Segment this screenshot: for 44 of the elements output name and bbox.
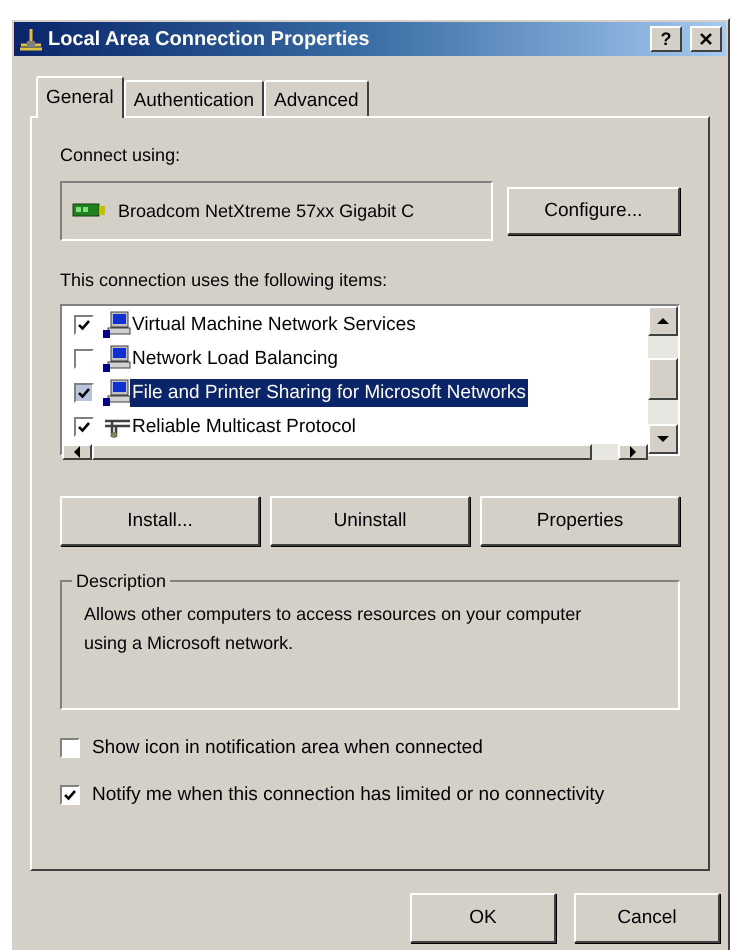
computer-icon — [102, 311, 132, 339]
checkbox[interactable] — [74, 383, 94, 403]
checkmark-icon — [77, 386, 91, 400]
dialog-button[interactable]: Uninstall — [270, 496, 470, 546]
scroll-left-button[interactable] — [62, 444, 92, 460]
list-item[interactable]: Reliable Multicast Protocol — [130, 412, 358, 442]
option-label: Notify me when this connection has limited or no connectivity — [92, 782, 604, 806]
close-button[interactable] — [690, 26, 722, 52]
checkmark-icon — [63, 788, 77, 802]
dialog-button[interactable]: Install... — [60, 496, 260, 546]
items-label: This connection uses the following items: — [60, 269, 388, 292]
close-icon — [699, 32, 713, 46]
checkbox[interactable] — [60, 738, 80, 758]
tab[interactable]: Authentication — [124, 80, 264, 116]
description-text: Allows other computers to access resources on your computer using a Microsoft network. — [84, 603, 582, 655]
left-arrow-icon — [73, 446, 81, 458]
connect-using-label: Connect using: — [60, 144, 182, 167]
list-item[interactable]: Virtual Machine Network Services — [130, 310, 418, 340]
scroll-up-button[interactable] — [648, 306, 678, 336]
dialog-button[interactable]: Properties — [480, 496, 680, 546]
checkmark-icon — [77, 420, 91, 434]
vertical-scrollbar[interactable] — [648, 306, 678, 454]
adapter-name: Broadcom NetXtreme 57xx Gigabit C — [118, 200, 414, 223]
tab[interactable]: Advanced — [264, 80, 369, 116]
tab[interactable]: General — [36, 76, 124, 118]
dialog-button[interactable]: Configure... — [506, 187, 680, 235]
list-item[interactable]: Network Load Balancing — [130, 344, 340, 374]
right-arrow-icon — [629, 446, 637, 458]
scroll-down-button[interactable] — [648, 424, 678, 454]
computer-icon — [102, 345, 132, 373]
scroll-thumb[interactable] — [648, 358, 678, 400]
down-arrow-icon — [657, 435, 669, 443]
scroll-right-button[interactable] — [618, 444, 648, 460]
checkmark-icon — [77, 318, 91, 332]
help-button[interactable]: ? — [650, 26, 682, 52]
option-label: Show icon in notification area when connected — [92, 736, 483, 760]
window-title: Local Area Connection Properties — [48, 27, 371, 52]
network-icon — [18, 27, 44, 51]
dialog-button[interactable]: OK — [410, 893, 556, 943]
dialog-button[interactable]: Cancel — [574, 893, 720, 943]
list-item[interactable]: File and Printer Sharing for Microsoft Networks — [130, 378, 528, 408]
checkbox[interactable] — [60, 784, 80, 805]
computer-icon — [102, 379, 132, 407]
up-arrow-icon — [657, 317, 669, 325]
